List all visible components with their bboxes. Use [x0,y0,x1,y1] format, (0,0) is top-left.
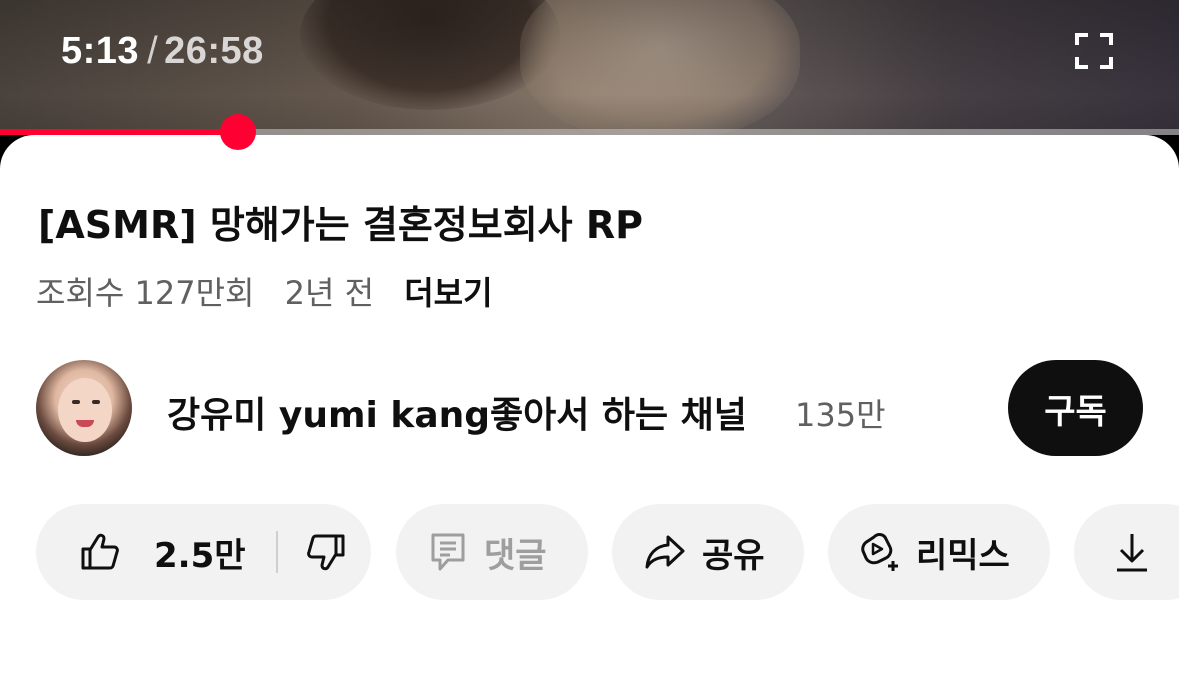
comment-label: 댓글 [484,535,547,576]
remix-button[interactable]: 리믹스 [828,504,1050,600]
channel-name[interactable]: 강유미 yumi kang좋아서 하는 채널 [167,386,747,438]
upload-age: 2년 전 [284,274,375,312]
like-dislike-group: 2.5만 [36,504,371,600]
avatar-eye [72,400,80,404]
video-duration: 26:58 [164,30,264,72]
video-metadata[interactable]: 조회수 127만회 2년 전 더보기 [36,268,513,314]
like-count: 2.5만 [154,535,246,576]
comment-icon [431,533,465,571]
avatar-face [58,378,112,442]
thumbs-down-icon [306,534,345,571]
view-count: 조회수 127만회 [36,274,255,312]
remix-label: 리믹스 [916,535,1010,576]
current-time: 5:13 [61,30,140,72]
channel-avatar[interactable] [36,360,132,456]
video-player[interactable]: 5:13/26:58 [0,0,1179,135]
video-title: [ASMR] 망해가는 결혼정보회사 RP [38,203,643,247]
avatar-eye [92,400,100,404]
fullscreen-icon[interactable] [1075,33,1113,69]
share-button[interactable]: 공유 [612,504,804,600]
more-link[interactable]: 더보기 [404,274,492,312]
subscriber-count: 135만 [795,396,886,434]
progress-scrubber-handle[interactable] [220,114,256,150]
like-button[interactable]: 2.5만 [36,504,246,600]
download-button[interactable] [1074,504,1179,600]
download-icon [1117,534,1147,572]
share-label: 공유 [702,535,765,576]
time-display: 5:13/26:58 [61,30,264,73]
share-arrow-icon [645,535,685,569]
remix-icon [861,533,898,571]
thumbs-up-icon [81,533,119,570]
subscribe-button[interactable]: 구독 [1008,360,1143,456]
comment-button[interactable]: 댓글 [396,504,588,600]
time-separator: / [147,30,159,72]
dislike-button[interactable] [278,504,346,600]
